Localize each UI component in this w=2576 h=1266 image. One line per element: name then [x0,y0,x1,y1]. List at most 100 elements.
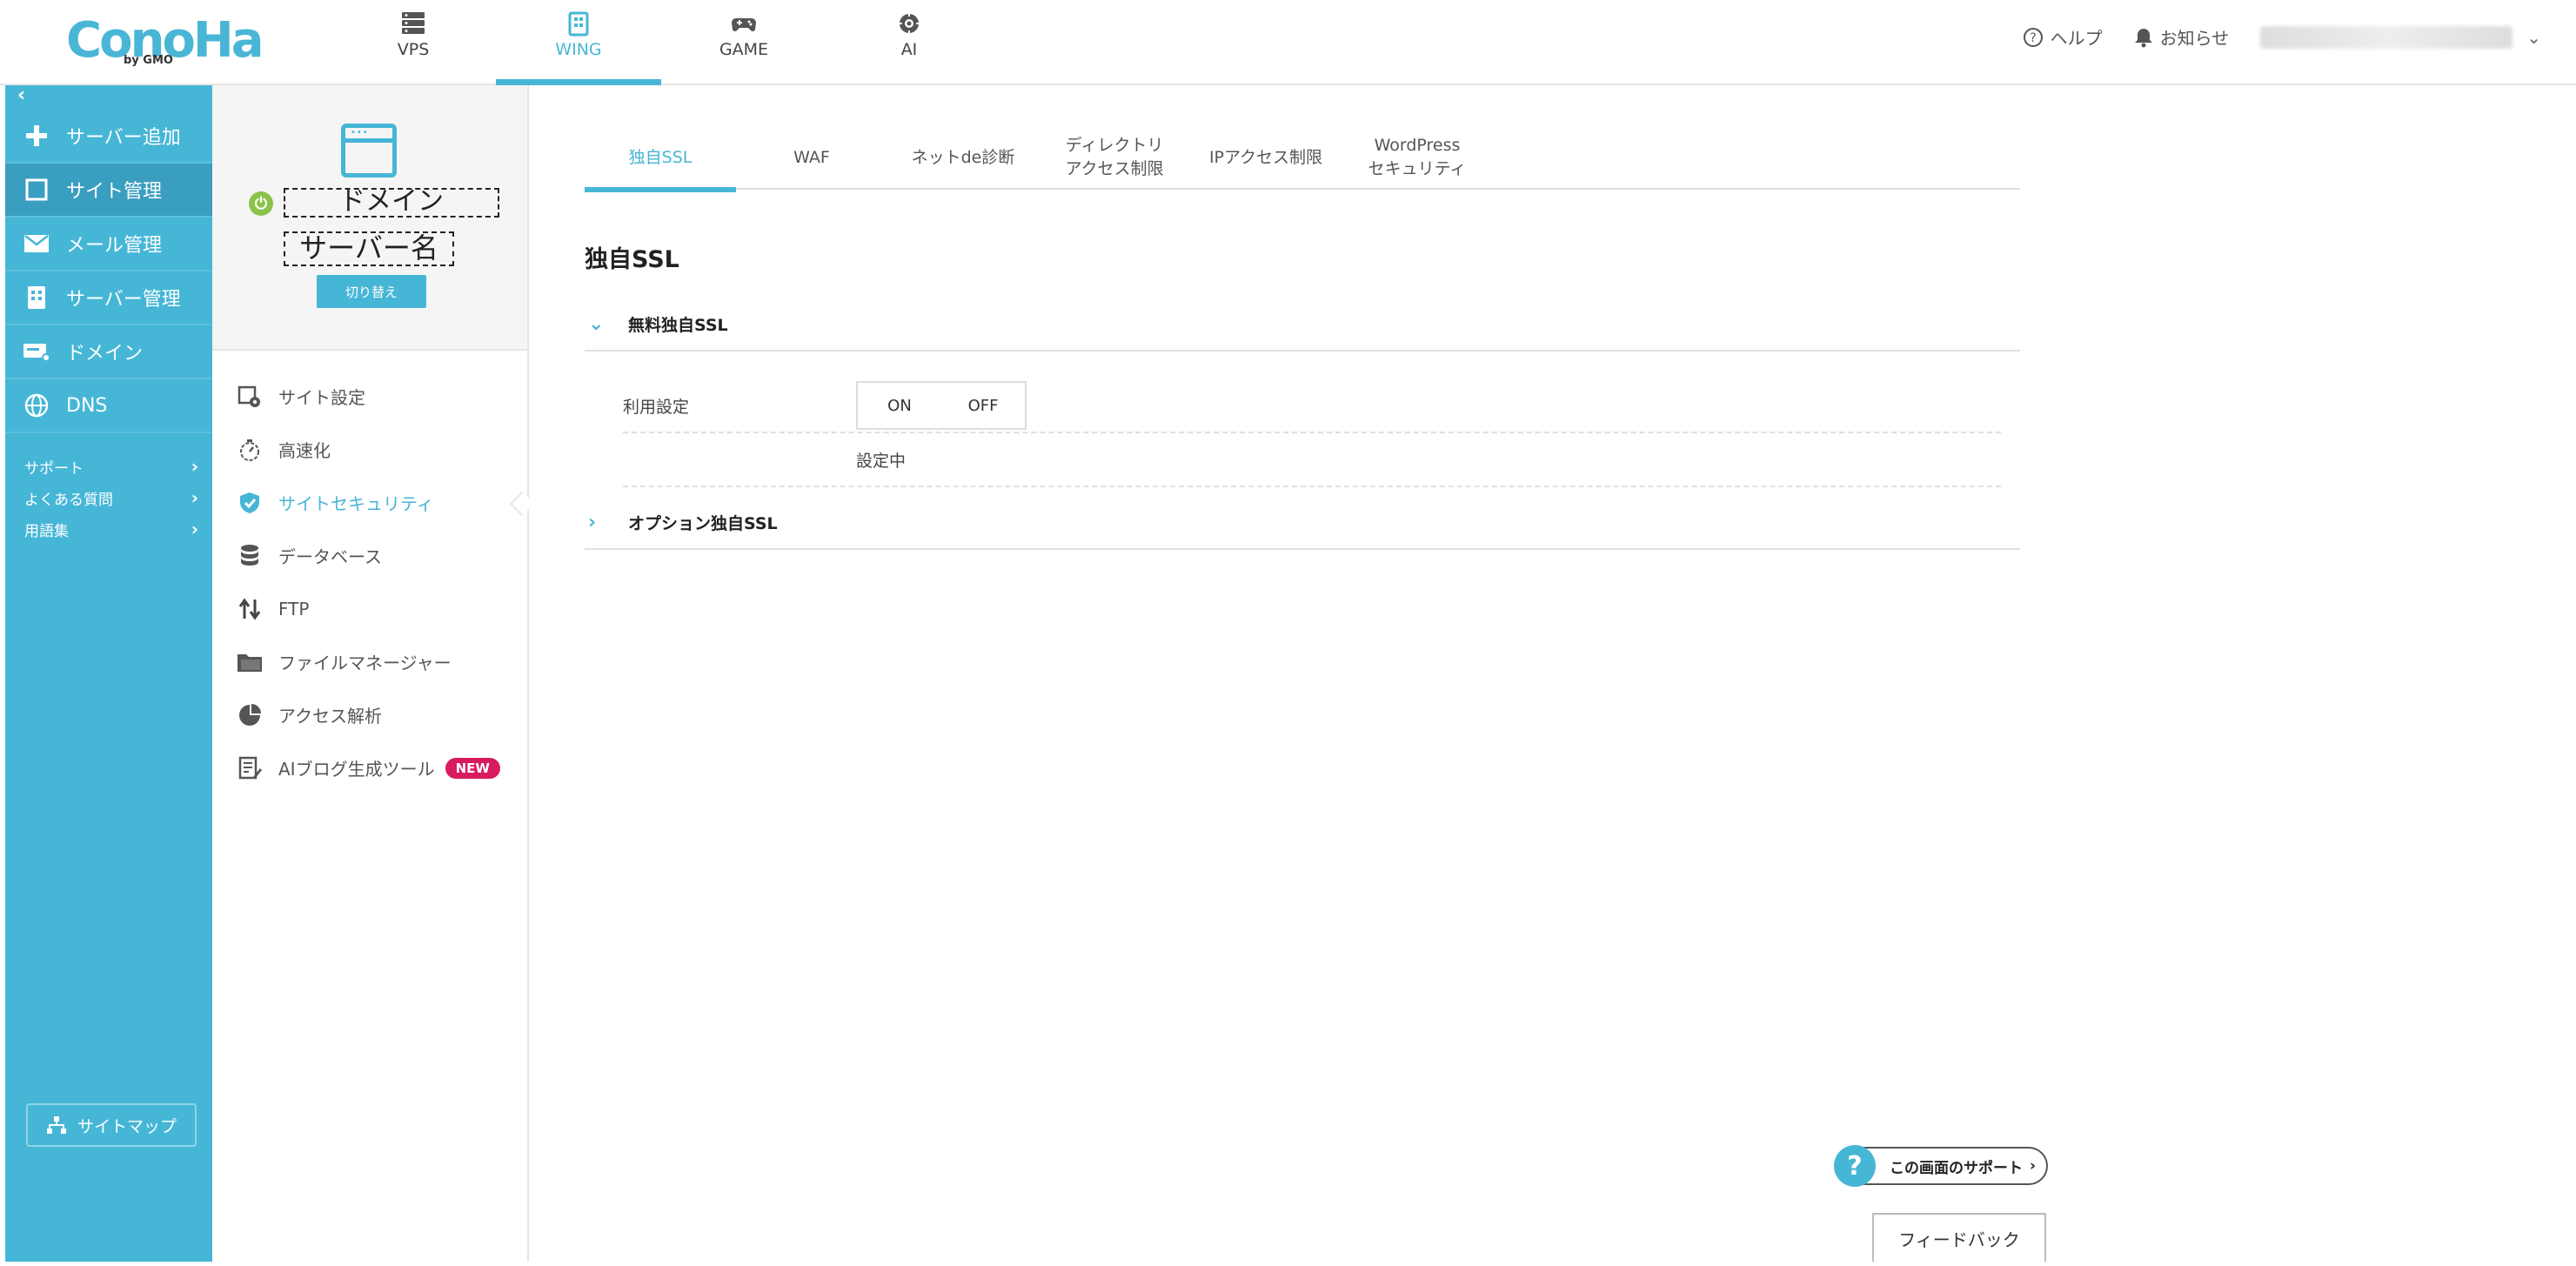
power-status-icon: ⏻ [249,191,273,216]
sidebar-item-label: サイト管理 [66,181,163,203]
toggle-on[interactable]: ON [858,397,941,415]
sidebar-link-faq[interactable]: よくある質問 › [24,482,198,513]
folder-icon [237,649,263,675]
sidebar-item-site-management[interactable]: サイト管理 [5,164,212,218]
globe-icon [21,392,52,419]
sidebar-link-glossary[interactable]: 用語集 › [24,513,198,545]
tab-label: ネットde診断 [911,147,1015,167]
sidebar-item-add-server[interactable]: サーバー追加 [5,110,212,164]
svg-text:?: ? [2030,31,2036,45]
tab-label: ディレクトリ アクセス制限 [1065,134,1163,181]
menu-site-security[interactable]: サイトセキュリティ [212,476,527,529]
site-subpanel: ••• ⏻ ドメイン サーバー名 切り替え サイト設定 高速化 サイトセキュリテ… [212,85,529,1262]
help-link[interactable]: ? ヘルプ [2023,24,2103,50]
menu-label: サイトセキュリティ [278,493,434,514]
menu-speedup[interactable]: 高速化 [212,423,527,476]
menu-label: サイト設定 [278,387,365,408]
sidebar-item-label: DNS [66,394,108,417]
shield-check-icon [237,490,263,516]
tab-label-line2: アクセス制限 [1065,159,1164,178]
gamepad-icon [732,18,756,31]
sitemap-button[interactable]: サイトマップ [26,1103,197,1147]
site-header: ••• ⏻ ドメイン サーバー名 切り替え [212,85,527,351]
menu-label: データベース [278,546,382,567]
menu-label: アクセス解析 [278,706,382,727]
tab-ip-access[interactable]: IPアクセス制限 [1190,125,1342,190]
chevron-down-icon: ⌄ [588,312,605,335]
menu-label: FTP [278,598,310,620]
menu-label: 高速化 [278,440,331,461]
nav-game[interactable]: GAME [661,0,826,84]
sitemap-label: サイトマップ [77,1116,177,1136]
website-icon: ••• [341,124,397,178]
notices-link[interactable]: お知らせ [2134,24,2229,50]
tab-wordpress-security[interactable]: WordPress セキュリティ [1342,125,1493,190]
status-text: 設定中 [856,451,907,471]
nav-wing-label: WING [555,40,602,59]
main-content: 独自SSL WAF ネットde診断 ディレクトリ アクセス制限 IPアクセス制限 … [585,85,2020,1262]
free-ssl-label: 無料独自SSL [628,315,728,335]
menu-file-manager[interactable]: ファイルマネージャー [212,635,527,688]
toggle-off[interactable]: OFF [941,397,1025,415]
tab-net-diagnosis[interactable]: ネットde診断 [887,125,1039,190]
section-title: 独自SSL [585,246,679,273]
pie-chart-icon [237,702,263,728]
site-settings-icon [237,384,263,410]
menu-access-analytics[interactable]: アクセス解析 [212,688,527,741]
transfer-arrows-icon [237,596,263,622]
tab-own-ssl[interactable]: 独自SSL [585,125,736,192]
menu-ai-blog-tool[interactable]: AIブログ生成ツール NEW [212,741,527,794]
sidebar-collapse-icon[interactable]: ‹ [5,85,212,110]
status-row: 設定中 [623,433,2001,487]
sidebar-link-label: 用語集 [24,522,69,540]
sitemap-icon [46,1116,66,1134]
domain-name: ドメイン [284,188,499,218]
feedback-button[interactable]: フィードバック [1872,1213,2046,1262]
sidebar-item-server-management[interactable]: サーバー管理 [5,271,212,325]
chevron-right-icon: › [191,519,198,539]
switch-button[interactable]: 切り替え [317,275,426,308]
option-ssl-label: オプション独自SSL [628,513,778,533]
chevron-down-icon[interactable]: ⌄ [2526,27,2541,48]
menu-database[interactable]: データベース [212,529,527,582]
nav-wing[interactable]: WING [496,0,661,85]
conoha-logo[interactable]: ConoHa by GMO [66,12,264,70]
menu-site-settings[interactable]: サイト設定 [212,370,527,423]
sidebar-item-label: サーバー追加 [66,127,181,149]
plus-icon [21,123,52,149]
ssl-toggle: ON OFF [856,381,1027,430]
nav-ai-label: AI [900,40,918,59]
nav-game-label: GAME [719,40,769,59]
usage-setting-row: 利用設定 ON OFF [623,379,2001,433]
nav-ai[interactable]: AI [826,0,992,84]
sidebar-item-domain[interactable]: ドメイン [5,325,212,379]
main-sidebar: ‹ サーバー追加 サイト管理 メール管理 サーバー管理 ドメイン DNS サポー… [5,85,212,1262]
usage-setting-label: 利用設定 [623,397,690,417]
tab-label-line1: WordPress [1374,136,1461,155]
sidebar-link-label: サポート [24,459,84,478]
sidebar-item-mail-management[interactable]: メール管理 [5,218,212,271]
sidebar-link-support[interactable]: サポート › [24,451,198,482]
user-menu[interactable] [2260,25,2513,49]
chevron-right-icon: › [191,487,198,508]
sidebar-item-label: メール管理 [66,235,163,257]
bell-icon [2134,28,2152,47]
sidebar-item-dns[interactable]: DNS [5,379,212,433]
user-email-blurred [2260,25,2513,49]
tab-label: WordPress セキュリティ [1368,134,1467,181]
option-ssl-accordion[interactable]: › オプション独自SSL [585,496,2020,550]
free-ssl-accordion[interactable]: ⌄ 無料独自SSL [585,298,2020,352]
stopwatch-icon [237,437,263,463]
tab-directory-access[interactable]: ディレクトリ アクセス制限 [1039,125,1190,190]
security-tabs: 独自SSL WAF ネットde診断 ディレクトリ アクセス制限 IPアクセス制限 … [585,125,2020,192]
help-circle-icon: ? [2023,27,2043,47]
menu-ftp[interactable]: FTP [212,582,527,635]
sidebar-item-label: サーバー管理 [66,289,181,311]
tab-label-line1: ディレクトリ [1065,136,1164,155]
menu-label: AIブログ生成ツール [278,759,435,780]
nav-vps[interactable]: VPS [331,0,496,84]
tab-label: 独自SSL [628,147,693,167]
tab-waf[interactable]: WAF [736,125,887,190]
top-right-tools: ? ヘルプ お知らせ ⌄ [2023,24,2541,50]
screen-support-button[interactable]: ? この画面のサポート › [1834,1145,2048,1187]
